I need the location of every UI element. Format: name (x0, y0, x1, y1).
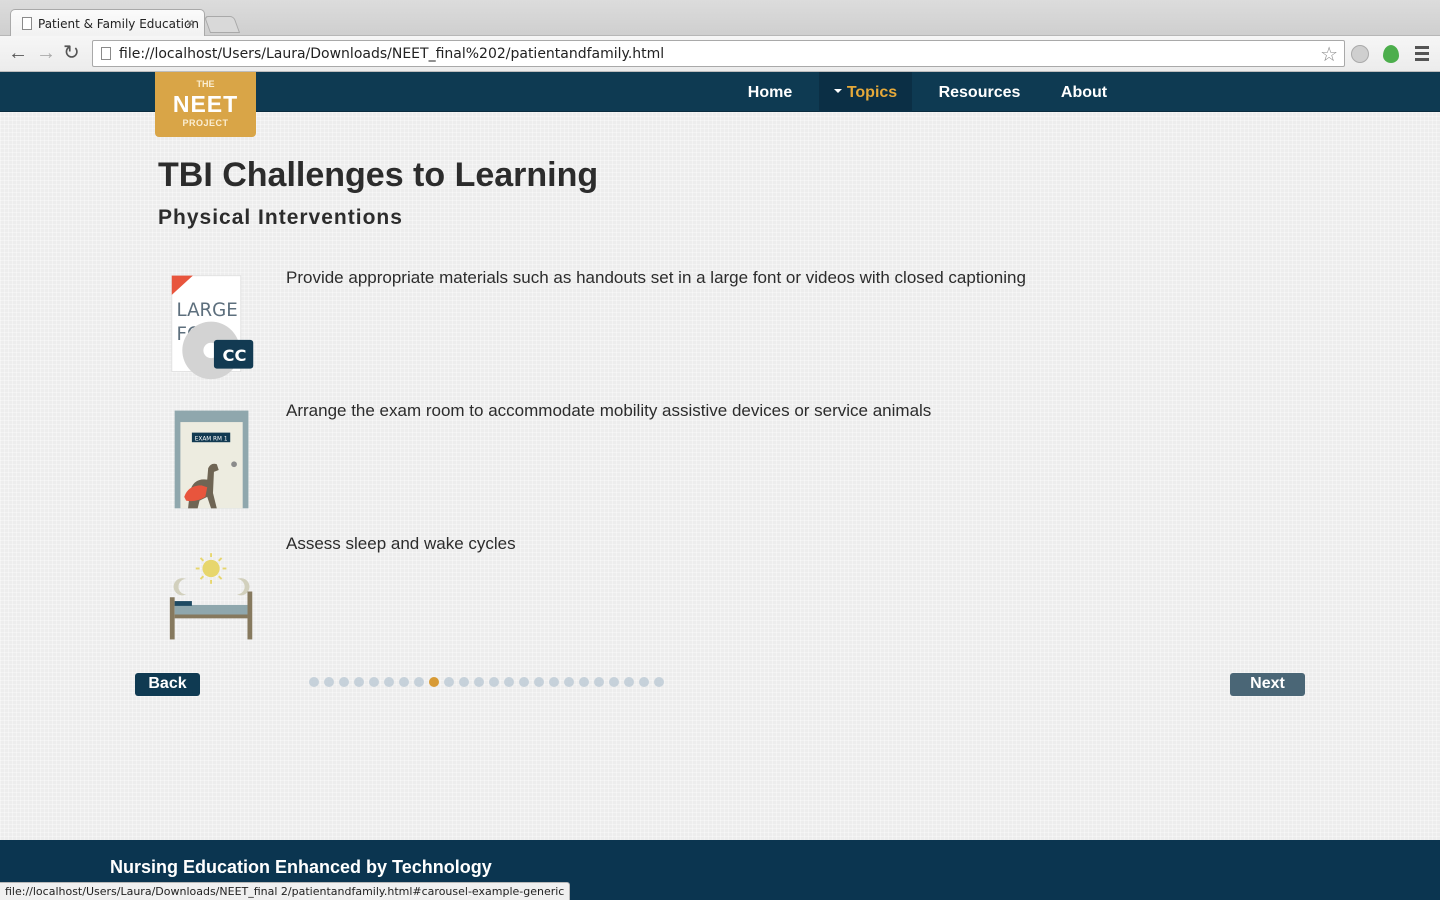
carousel-dot[interactable] (579, 677, 589, 687)
intervention-item: Assess sleep and wake cycles (165, 534, 1165, 654)
carousel-dot[interactable] (309, 677, 319, 687)
carousel-dot[interactable] (594, 677, 604, 687)
carousel-dot[interactable] (609, 677, 619, 687)
page-body: Home Topics Resources About THE NEET PRO… (0, 72, 1440, 900)
intervention-item: EXAM RM 1 Arrange the exam room to accom… (165, 401, 1165, 521)
carousel-dot[interactable] (384, 677, 394, 687)
carousel-dot[interactable] (429, 677, 439, 687)
back-arrow-icon[interactable]: ← (8, 42, 28, 64)
browser-tab[interactable]: Patient & Family Education × (10, 9, 205, 37)
caret-down-icon (833, 89, 842, 94)
reload-icon[interactable]: ↻ (63, 42, 80, 64)
bookmark-star-icon[interactable]: ☆ (1320, 42, 1338, 67)
carousel-dot[interactable] (489, 677, 499, 687)
large-font-cc-illustration: LARGE FO CC (171, 275, 254, 380)
carousel-dot[interactable] (324, 677, 334, 687)
nav-home[interactable]: Home (730, 72, 810, 112)
next-button[interactable]: Next (1230, 673, 1305, 696)
new-tab-button[interactable] (203, 16, 241, 33)
carousel-dot[interactable] (519, 677, 529, 687)
back-button[interactable]: Back (135, 673, 200, 696)
status-bar: file://localhost/Users/Laura/Downloads/N… (0, 882, 571, 900)
carousel-dot[interactable] (549, 677, 559, 687)
carousel-dot[interactable] (639, 677, 649, 687)
browser-menu-icon[interactable] (1415, 46, 1429, 64)
svg-text:CC: CC (223, 346, 247, 365)
page-icon (22, 17, 32, 30)
carousel-dot[interactable] (624, 677, 634, 687)
carousel-dot[interactable] (654, 677, 664, 687)
carousel-dot[interactable] (459, 677, 469, 687)
carousel-dot[interactable] (414, 677, 424, 687)
url-input[interactable] (119, 44, 1299, 64)
address-bar[interactable]: ☆ (92, 40, 1345, 67)
carousel-dot[interactable] (339, 677, 349, 687)
forward-arrow-icon[interactable]: → (36, 42, 56, 64)
extension-icon[interactable] (1351, 45, 1369, 63)
carousel-dot[interactable] (534, 677, 544, 687)
intervention-text: Arrange the exam room to accommodate mob… (286, 401, 932, 420)
svg-text:EXAM RM 1: EXAM RM 1 (195, 436, 228, 442)
svg-text:LARGE: LARGE (177, 300, 238, 321)
intervention-text: Provide appropriate materials such as ha… (286, 268, 1026, 287)
carousel-dot[interactable] (354, 677, 364, 687)
carousel-dot[interactable] (369, 677, 379, 687)
footer-text: Nursing Education Enhanced by Technology (110, 857, 492, 877)
nav-topics[interactable]: Topics (819, 72, 912, 112)
sleep-wake-bed-illustration (169, 553, 253, 640)
carousel-dot[interactable] (474, 677, 484, 687)
neet-logo[interactable]: THE NEET PROJECT (155, 72, 256, 137)
carousel-dot[interactable] (504, 677, 514, 687)
intervention-text: Assess sleep and wake cycles (286, 534, 516, 553)
page-title: TBI Challenges to Learning (158, 156, 599, 194)
nav-about[interactable]: About (1046, 72, 1122, 112)
exam-room-door-illustration: EXAM RM 1 (174, 410, 249, 509)
intervention-item: LARGE FO CC Provide appropriate material… (165, 268, 1165, 388)
page-subtitle: Physical Interventions (158, 206, 403, 229)
carousel-dot[interactable] (564, 677, 574, 687)
browser-tabbar: Patient & Family Education × (0, 0, 1440, 37)
nav-resources[interactable]: Resources (922, 72, 1037, 112)
carousel-dot[interactable] (444, 677, 454, 687)
carousel-dot[interactable] (399, 677, 409, 687)
tab-title: Patient & Family Education (38, 17, 199, 31)
tab-close-icon[interactable]: × (186, 15, 194, 30)
page-icon (101, 47, 111, 60)
browser-toolbar: ← → ↻ ☆ (0, 36, 1440, 72)
evernote-extension-icon[interactable] (1383, 45, 1399, 63)
